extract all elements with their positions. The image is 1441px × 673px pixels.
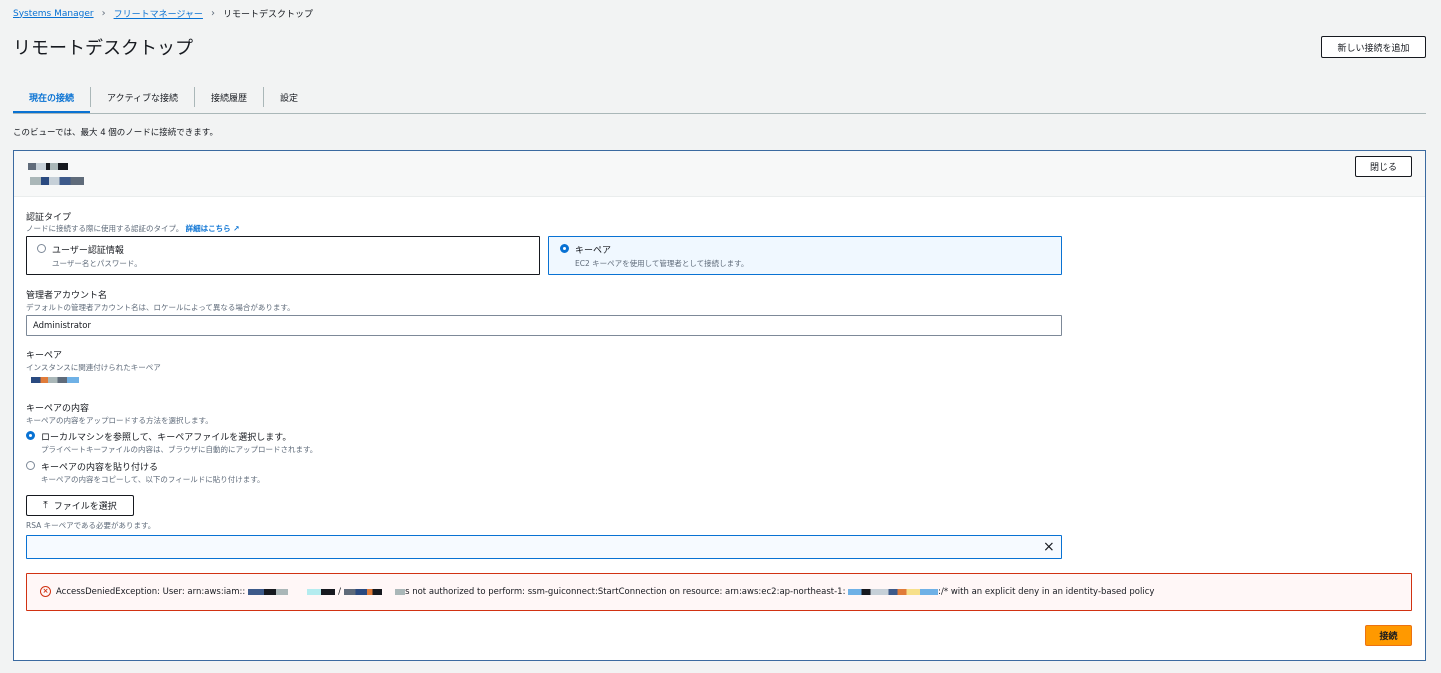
redacted-node-id: [30, 177, 84, 185]
chevron-right-icon: ›: [101, 8, 106, 19]
key-content-label: キーペアの内容: [26, 404, 90, 414]
redacted-fragment: [395, 588, 406, 595]
key-content-option-desc: キーペアの内容をコピーして、以下のフィールドに貼り付けます。: [41, 475, 265, 484]
panel-header: [14, 151, 1425, 197]
breadcrumb: Systems Manager › フリートマネージャー › リモートデスクトッ…: [13, 7, 313, 20]
tab-connection-history[interactable]: 接続履歴: [195, 80, 263, 114]
redacted-instance-id: [848, 588, 939, 595]
auth-option-key-pair[interactable]: [548, 236, 1062, 275]
auth-type-desc: ノードに接続する際に使用する認証のタイプ。 詳細はこちら ↗: [26, 223, 239, 234]
admin-account-input[interactable]: Administrator: [26, 315, 1062, 336]
redacted-session: [343, 588, 382, 595]
connect-button[interactable]: 接続: [1365, 625, 1412, 646]
auth-option-desc: EC2 キーペアを使用して管理者として接続します。: [575, 259, 749, 268]
breadcrumb-systems-manager[interactable]: Systems Manager: [13, 9, 94, 19]
radio-browse-local[interactable]: [26, 431, 35, 440]
key-content-option-desc: プライベートキーファイルの内容は、ブラウザに自動的にアップロードされます。: [41, 445, 318, 454]
clear-icon[interactable]: ×: [1043, 539, 1055, 555]
upload-icon: ⤒: [43, 500, 48, 511]
tab-underline: [13, 113, 1426, 114]
breadcrumb-current: リモートデスクトップ: [222, 10, 313, 20]
error-icon: ×: [40, 586, 51, 597]
breadcrumb-fleet-manager[interactable]: フリートマネージャー: [114, 7, 203, 20]
close-button[interactable]: 閉じる: [1355, 156, 1412, 177]
admin-account-label: 管理者アカウント名: [26, 291, 108, 301]
auth-type-desc-text: ノードに接続する際に使用する認証のタイプ。: [26, 224, 184, 233]
auth-option-title: キーペア: [575, 246, 612, 256]
redacted-account-id: [247, 588, 288, 595]
error-text-2: /: [338, 587, 341, 597]
redacted-role: [307, 588, 336, 595]
external-link-icon: ↗: [233, 224, 240, 233]
redacted-node-name: [28, 163, 68, 170]
key-pair-label: キーペア: [26, 351, 63, 361]
error-text-4: :/* with an explicit deny in an identity…: [938, 587, 1155, 597]
chevron-right-icon: ›: [210, 8, 215, 19]
choose-file-button[interactable]: ⤒ ファイルを選択: [26, 495, 134, 516]
key-content-option-title[interactable]: ローカルマシンを参照して、キーペアファイルを選択します。: [41, 430, 291, 443]
add-connection-button[interactable]: 新しい接続を追加: [1321, 36, 1426, 58]
radio-paste-content[interactable]: [26, 461, 35, 470]
key-pair-desc: インスタンスに関連付けられたキーペア: [26, 363, 161, 372]
auth-option-title: ユーザー認証情報: [52, 246, 124, 256]
tab-settings[interactable]: 設定: [264, 80, 314, 114]
admin-account-desc: デフォルトの管理者アカウント名は、ロケールによって異なる場合があります。: [26, 303, 295, 312]
key-content-option-title[interactable]: キーペアの内容を貼り付ける: [41, 460, 158, 473]
learn-more-link[interactable]: 詳細はこちら: [186, 224, 231, 233]
radio-key-pair[interactable]: [560, 244, 569, 253]
error-message: AccessDeniedException: User: arn:aws:iam…: [56, 587, 1154, 597]
error-text-1: AccessDeniedException: User: arn:aws:iam…: [56, 587, 246, 597]
tab-current-connections[interactable]: 現在の接続: [13, 80, 91, 114]
page-title: リモートデスクトップ: [13, 38, 193, 59]
key-content-input[interactable]: [26, 535, 1062, 559]
info-text: このビューでは、最大 4 個のノードに接続できます。: [13, 128, 218, 138]
choose-file-label: ファイルを選択: [53, 502, 117, 512]
auth-option-desc: ユーザー名とパスワード。: [52, 259, 142, 268]
error-text-3: s not authorized to perform: ssm-guiconn…: [405, 587, 846, 597]
auth-type-label: 認証タイプ: [26, 213, 72, 223]
tab-active-connections[interactable]: アクティブな接続: [91, 80, 194, 114]
key-content-desc: キーペアの内容をアップロードする方法を選択します。: [26, 416, 213, 425]
redacted-key-pair-name: [31, 377, 79, 383]
tabs: 現在の接続 アクティブな接続 接続履歴 設定: [13, 80, 314, 114]
rsa-hint: RSA キーペアである必要があります。: [26, 521, 156, 530]
radio-user-credentials[interactable]: [37, 244, 46, 253]
